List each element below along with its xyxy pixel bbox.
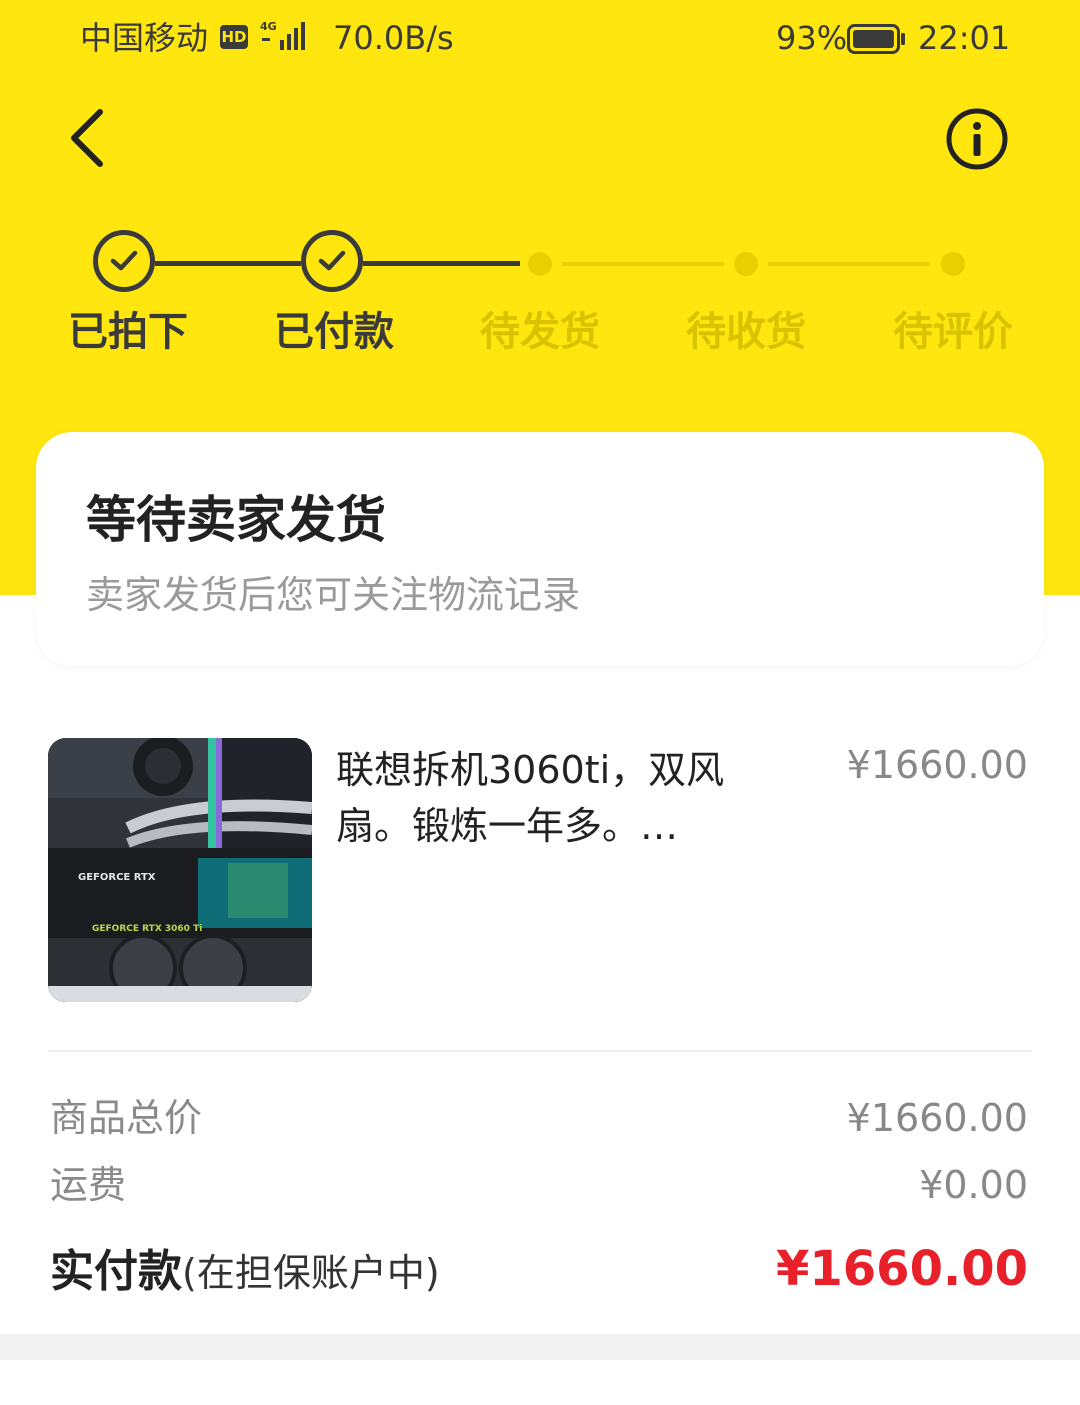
info-circle-icon <box>946 108 1008 170</box>
status-subtitle: 卖家发货后您可关注物流记录 <box>86 573 581 617</box>
step-3-dot <box>528 252 552 276</box>
net-speed: 70.0B/s <box>333 19 454 57</box>
battery-percent: 93% <box>776 19 848 57</box>
divider <box>48 1050 1032 1052</box>
progress-line-4 <box>768 262 930 266</box>
clock: 22:01 <box>918 19 1011 57</box>
status-title: 等待卖家发货 <box>86 491 386 549</box>
step-1-check-icon <box>93 230 155 292</box>
bottom-separator <box>0 1334 1080 1360</box>
escrow-note: (在担保账户中) <box>182 1251 440 1295</box>
progress-line-1 <box>155 261 301 266</box>
info-button[interactable] <box>944 106 1010 172</box>
step-4-dot <box>734 252 758 276</box>
carrier-name: 中国移动 <box>80 19 209 57</box>
step-label-3: 待发货 <box>480 309 600 355</box>
battery-icon <box>847 24 905 54</box>
goods-total-value: ¥1660.00 <box>846 1096 1028 1140</box>
amount-paid-value: ¥1660.00 <box>775 1241 1028 1297</box>
amount-paid-title: 实付款 <box>50 1246 182 1297</box>
product-title[interactable]: 联想拆机3060ti，双风扇。锻炼一年多。… <box>336 742 776 854</box>
shipping-fee-label: 运费 <box>50 1163 127 1207</box>
step-label-5: 待评价 <box>893 309 1013 355</box>
goods-total-label: 商品总价 <box>50 1096 203 1140</box>
gpu-photo: GEFORCE RTX GEFORCE RTX 3060 Ti <box>48 738 312 1002</box>
step-2-check-icon <box>301 230 363 292</box>
progress-line-2 <box>363 261 520 266</box>
network-type-label: 4G <box>260 20 277 33</box>
shipping-status-card: 等待卖家发货 卖家发货后您可关注物流记录 <box>36 432 1044 666</box>
step-label-1: 已拍下 <box>68 309 188 355</box>
chevron-left-icon <box>71 109 103 167</box>
step-label-4: 待收货 <box>686 309 806 355</box>
progress-line-3 <box>562 262 724 266</box>
status-bar: 中国移动 HD 4G 70.0B/s 93% 22:01 <box>0 0 1080 80</box>
step-label-2: 已付款 <box>274 309 394 355</box>
shipping-fee-value: ¥0.00 <box>919 1163 1028 1207</box>
hd-badge: HD <box>220 25 248 49</box>
step-5-dot <box>941 252 965 276</box>
product-price: ¥1660.00 <box>846 743 1028 787</box>
amount-paid-label: 实付款(在担保账户中) <box>50 1244 440 1309</box>
gpu-label-1: GEFORCE RTX <box>78 872 156 883</box>
back-button[interactable] <box>58 100 122 176</box>
product-image[interactable]: GEFORCE RTX GEFORCE RTX 3060 Ti <box>48 738 312 1002</box>
order-progress: 已拍下 已付款 待发货 待收货 待评价 <box>0 220 1080 360</box>
signal-icon: 4G <box>260 20 305 50</box>
gpu-label-2: GEFORCE RTX 3060 Ti <box>92 924 202 934</box>
